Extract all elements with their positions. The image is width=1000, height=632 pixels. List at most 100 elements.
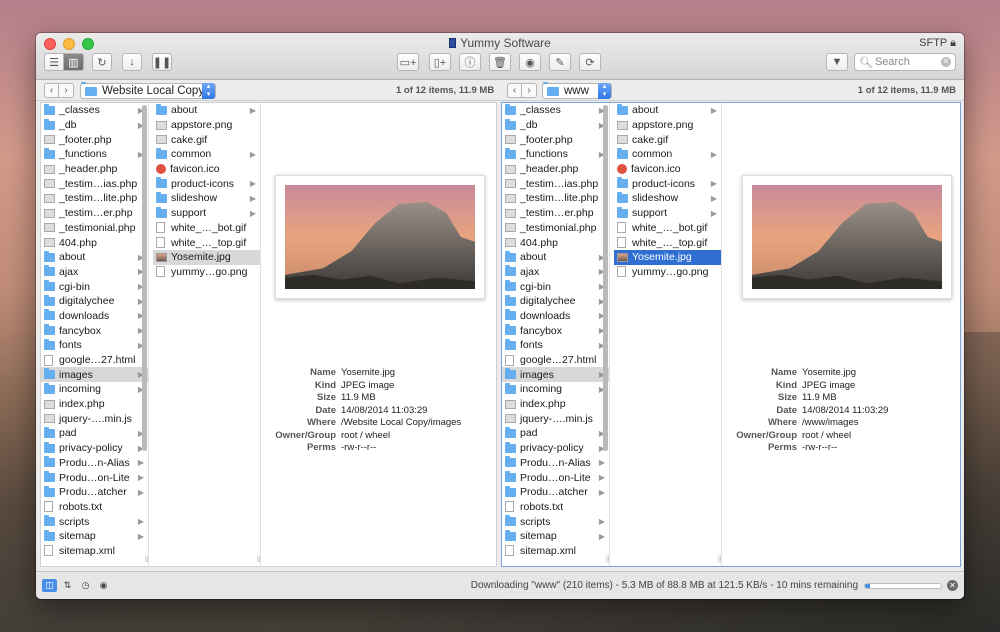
list-item[interactable]: product-icons ▶	[614, 176, 721, 191]
list-item[interactable]: _footer.php	[41, 132, 148, 147]
list-item[interactable]: google…27.html	[502, 353, 609, 368]
list-item[interactable]: _classes ▶	[41, 103, 148, 118]
list-item[interactable]: white_…_bot.gif	[153, 221, 260, 236]
list-item[interactable]: common ▶	[153, 147, 260, 162]
list-item[interactable]: robots.txt	[502, 500, 609, 515]
list-item[interactable]: privacy-policy ▶	[41, 441, 148, 456]
list-item[interactable]: _testim…ias.php	[41, 176, 148, 191]
sync-icon[interactable]: ⟳	[579, 53, 601, 71]
right-path-popup[interactable]: www ▴ ▾	[542, 83, 612, 99]
filter-icon[interactable]: ▼	[826, 53, 848, 71]
scrollbar[interactable]	[142, 105, 147, 451]
list-item[interactable]: pad ▶	[502, 426, 609, 441]
list-item[interactable]: about ▶	[153, 103, 260, 118]
list-item[interactable]: support ▶	[614, 206, 721, 221]
list-item[interactable]: white_…_top.gif	[614, 235, 721, 250]
list-item[interactable]: jquery-….min.js	[41, 411, 148, 426]
list-item[interactable]: scripts ▶	[41, 514, 148, 529]
list-item[interactable]: Produ…atcher ▶	[502, 485, 609, 500]
list-item[interactable]: sitemap ▶	[502, 529, 609, 544]
list-item[interactable]: Yosemite.jpg	[614, 249, 721, 265]
list-item[interactable]: cake.gif	[153, 132, 260, 147]
list-item[interactable]: about ▶	[614, 103, 721, 118]
list-item[interactable]: google…27.html	[41, 353, 148, 368]
right-column-2[interactable]: about ▶ appstore.png cake.gif common ▶ favicon…	[614, 103, 722, 566]
download-icon[interactable]: ↓	[122, 53, 142, 71]
list-item[interactable]: pad ▶	[41, 426, 148, 441]
list-item[interactable]: ajax ▶	[41, 265, 148, 280]
column-resize-handle[interactable]: ||	[718, 556, 722, 563]
left-column-2[interactable]: about ▶ appstore.png cake.gif common ▶ favicon…	[153, 103, 261, 566]
list-item[interactable]: ajax ▶	[502, 265, 609, 280]
list-item[interactable]: yummy…go.png	[614, 265, 721, 280]
list-item[interactable]: cake.gif	[614, 132, 721, 147]
eye-icon[interactable]: ◉	[96, 579, 111, 592]
list-item[interactable]: digitalychee ▶	[41, 294, 148, 309]
list-item[interactable]: incoming ▶	[502, 382, 609, 397]
list-item[interactable]: fonts ▶	[502, 338, 609, 353]
scrollbar[interactable]	[603, 105, 608, 451]
back-icon[interactable]: ‹	[507, 83, 522, 98]
list-item[interactable]: appstore.png	[614, 118, 721, 133]
trash-icon[interactable]: 🗑︎	[489, 53, 511, 71]
list-item[interactable]: _classes ▶	[502, 103, 609, 118]
list-item[interactable]: _functions ▶	[502, 147, 609, 162]
column-resize-handle[interactable]: ||	[606, 556, 610, 563]
list-item[interactable]: fancybox ▶	[41, 323, 148, 338]
list-item[interactable]: _header.php	[502, 162, 609, 177]
pause-icon[interactable]: ❚❚	[152, 53, 172, 71]
dual-pane-icon[interactable]: ◫	[42, 579, 57, 592]
list-item[interactable]: Produ…atcher ▶	[41, 485, 148, 500]
list-item[interactable]: _testim…lite.php	[502, 191, 609, 206]
list-item[interactable]: _db ▶	[502, 118, 609, 133]
list-item[interactable]: digitalychee ▶	[502, 294, 609, 309]
forward-icon[interactable]: ›	[522, 83, 537, 98]
clear-search-icon[interactable]: ✕	[941, 57, 951, 67]
list-item[interactable]: index.php	[502, 397, 609, 412]
stop-transfer-icon[interactable]: ✕	[947, 580, 958, 591]
list-item[interactable]: slideshow ▶	[614, 191, 721, 206]
list-item[interactable]: jquery-….min.js	[502, 411, 609, 426]
list-item[interactable]: _functions ▶	[41, 147, 148, 162]
list-item[interactable]: robots.txt	[41, 500, 148, 515]
list-item[interactable]: support ▶	[153, 206, 260, 221]
list-item[interactable]: _testim…lite.php	[41, 191, 148, 206]
transfer-icon[interactable]: ⇅	[60, 579, 75, 592]
refresh-icon[interactable]: ↻	[92, 53, 112, 71]
list-item[interactable]: downloads ▶	[502, 309, 609, 324]
list-item[interactable]: 404.php	[41, 235, 148, 250]
new-folder-icon[interactable]: ▭+	[397, 53, 419, 71]
list-item[interactable]: incoming ▶	[41, 382, 148, 397]
list-item[interactable]: index.php	[41, 397, 148, 412]
list-item[interactable]: about ▶	[41, 250, 148, 265]
list-item[interactable]: _testimonial.php	[41, 221, 148, 236]
list-item[interactable]: 404.php	[502, 235, 609, 250]
quick-look-eye-icon[interactable]: ◉	[519, 53, 541, 71]
list-item[interactable]: _header.php	[41, 162, 148, 177]
list-item[interactable]: slideshow ▶	[153, 191, 260, 206]
list-item[interactable]: downloads ▶	[41, 309, 148, 324]
list-item[interactable]: images ▶	[502, 367, 609, 383]
list-item[interactable]: yummy…go.png	[153, 265, 260, 280]
list-item[interactable]: white_…_top.gif	[153, 235, 260, 250]
list-item[interactable]: _testim…ias.php	[502, 176, 609, 191]
column-view-icon[interactable]: ▥	[64, 53, 84, 71]
list-item[interactable]: _testim…er.php	[502, 206, 609, 221]
list-item[interactable]: Produ…on-Lite ▶	[502, 470, 609, 485]
list-item[interactable]: _db ▶	[41, 118, 148, 133]
list-item[interactable]: _footer.php	[502, 132, 609, 147]
list-item[interactable]: product-icons ▶	[153, 176, 260, 191]
right-column-1[interactable]: _classes ▶ _db ▶ _footer.php _functions ▶ _head…	[502, 103, 610, 566]
left-column-1[interactable]: _classes ▶ _db ▶ _footer.php _functions ▶ _head…	[41, 103, 149, 566]
list-item[interactable]: favicon.ico	[614, 162, 721, 177]
list-item[interactable]: white_…_bot.gif	[614, 221, 721, 236]
new-file-icon[interactable]: ▯+	[429, 53, 451, 71]
left-path-popup[interactable]: Website Local Copy ▴ ▾	[80, 83, 216, 99]
history-icon[interactable]: ◷	[78, 579, 93, 592]
list-item[interactable]: sitemap ▶	[41, 529, 148, 544]
list-view-icon[interactable]: ☰	[44, 53, 64, 71]
list-item[interactable]: scripts ▶	[502, 514, 609, 529]
forward-icon[interactable]: ›	[59, 83, 74, 98]
list-item[interactable]: Yosemite.jpg	[153, 249, 260, 265]
list-item[interactable]: cgi-bin ▶	[41, 279, 148, 294]
